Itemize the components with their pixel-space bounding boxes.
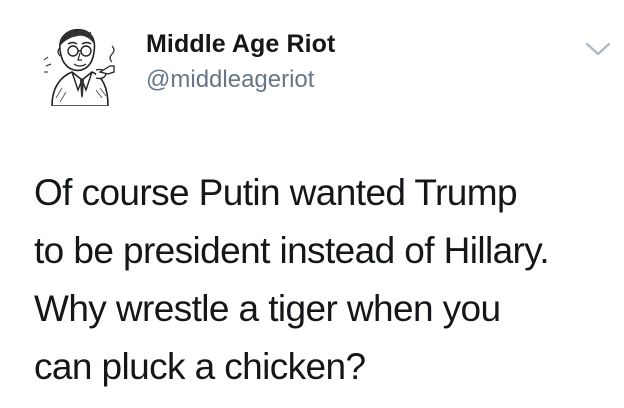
vintage-man-smoking-pipe-icon (43, 28, 115, 106)
tweet-text-line: Of course Putin wanted Trump (34, 172, 518, 213)
tweet-text: Of course Putin wanted Trump to be presi… (34, 164, 614, 396)
tweet-card: Middle Age Riot @middleageriot Of course… (0, 0, 624, 408)
avatar[interactable] (38, 20, 124, 106)
author-handle[interactable]: @middleageriot (146, 66, 314, 94)
chevron-down-icon (585, 42, 611, 56)
tweet-text-line: Why wrestle a tiger when you (34, 288, 501, 329)
tweet-text-line: can pluck a chicken? (34, 346, 366, 387)
tweet-text-line: to be president instead of Hillary. (34, 230, 550, 271)
tweet-menu-button[interactable] (583, 37, 613, 61)
author-display-name[interactable]: Middle Age Riot (146, 30, 335, 59)
